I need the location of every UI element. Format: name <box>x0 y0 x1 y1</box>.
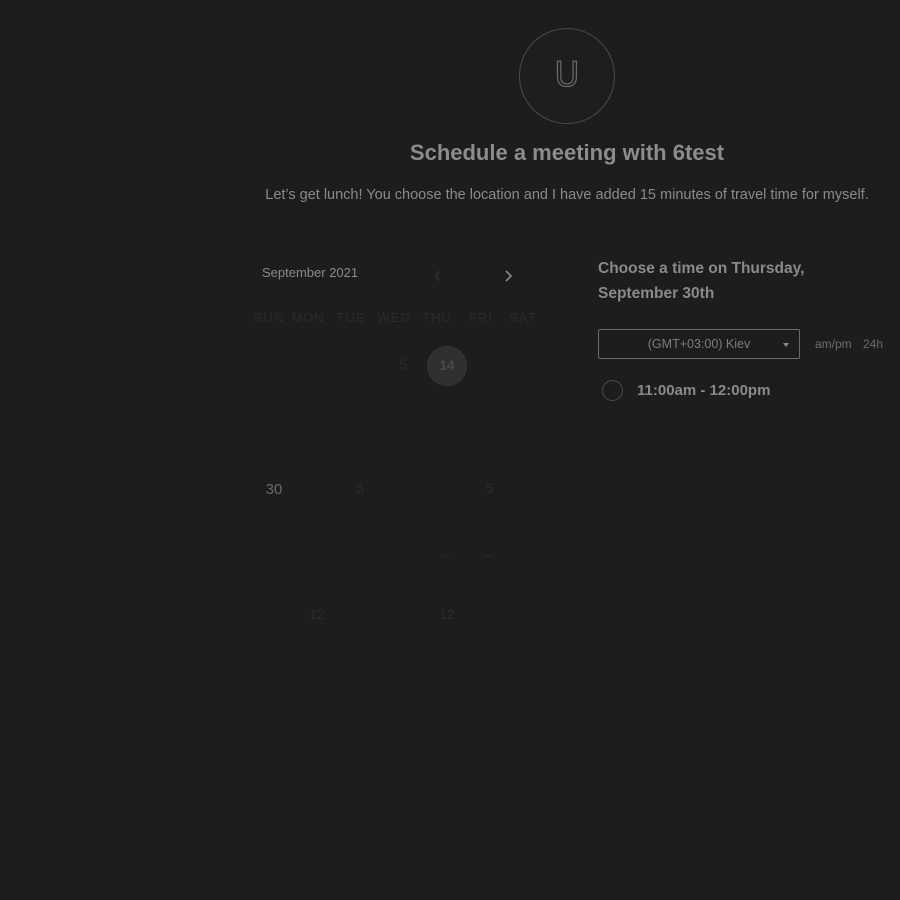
calendar-day: 5 <box>356 481 364 496</box>
format-24h-toggle[interactable]: 24h <box>863 337 883 351</box>
calendar-day: 12 <box>439 607 455 622</box>
calendar-day-selected[interactable]: 30 <box>254 470 294 510</box>
time-heading-line2: September 30th <box>598 285 715 302</box>
calendar-day: 5 <box>399 357 407 372</box>
timezone-row: (GMT+03:00) Kiev am/pm 24h <box>598 329 898 359</box>
caret-down-icon <box>783 343 789 347</box>
weekday-wed: WED <box>377 310 411 325</box>
calendar-day: – <box>442 547 450 562</box>
time-heading: Choose a time on Thursday, September 30t… <box>598 256 898 306</box>
weekday-sun: SUN <box>253 310 285 325</box>
timezone-select[interactable]: (GMT+03:00) Kiev <box>598 329 800 359</box>
calendar: September 2021 SUN MON TUE WED THU FRI S… <box>248 260 548 640</box>
format-ampm-toggle[interactable]: am/pm <box>815 337 852 351</box>
calendar-day: 12 <box>309 607 325 622</box>
calendar-day: 5 <box>486 481 494 496</box>
avatar: U <box>519 28 615 124</box>
time-heading-line1: Choose a time on Thursday, <box>598 260 805 277</box>
calendar-day-today[interactable]: 14 <box>427 346 467 386</box>
month-label: September 2021 <box>262 265 359 280</box>
timezone-value: (GMT+03:00) Kiev <box>647 337 751 351</box>
weekday-thu: THU <box>422 310 452 325</box>
time-slot-label: 11:00am - 12:00pm <box>637 381 771 399</box>
weekday-fri: FRI <box>469 310 493 325</box>
time-slot[interactable]: 11:00am - 12:00pm <box>598 378 770 402</box>
calendar-day: – <box>484 547 492 562</box>
scheduling-page: U Schedule a meeting with 6test Let’s ge… <box>0 0 900 900</box>
weekday-mon: MON <box>291 310 325 325</box>
weekday-tue: TUE <box>336 310 366 325</box>
page-title: Schedule a meeting with 6test <box>409 140 725 165</box>
chevron-right-icon[interactable] <box>498 264 518 288</box>
page-description: Let’s get lunch! You choose the location… <box>265 187 869 203</box>
time-panel: Choose a time on Thursday, September 30t… <box>598 256 898 401</box>
time-slot-radio[interactable] <box>602 379 623 401</box>
weekday-sat: SAT <box>509 310 537 325</box>
avatar-letter: U <box>554 55 580 95</box>
chevron-left-icon[interactable] <box>428 264 448 288</box>
